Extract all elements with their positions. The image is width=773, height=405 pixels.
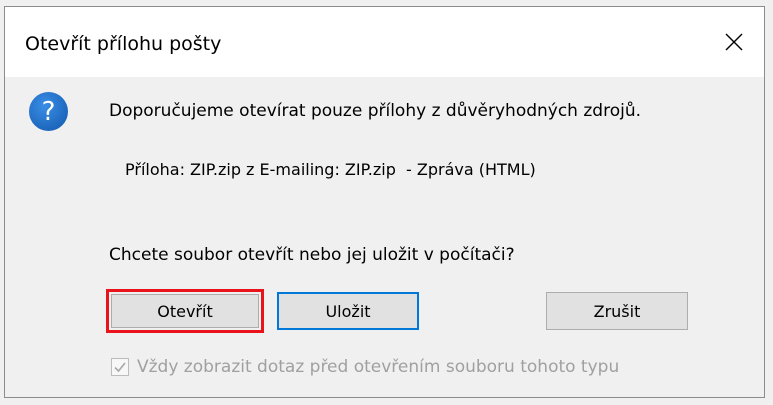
open-button[interactable]: Otevřít bbox=[106, 289, 264, 333]
always-ask-checkbox-label: Vždy zobrazit dotaz před otevřením soubo… bbox=[137, 357, 620, 377]
close-icon bbox=[725, 33, 743, 51]
title-bar: Otevřít přílohu pošty bbox=[5, 7, 764, 77]
save-button[interactable]: Uložit bbox=[277, 292, 419, 330]
always-ask-checkbox[interactable] bbox=[111, 358, 129, 376]
close-button[interactable] bbox=[704, 7, 764, 77]
checkmark-icon bbox=[114, 362, 126, 373]
question-icon: ? bbox=[29, 92, 68, 131]
svg-text:?: ? bbox=[42, 97, 56, 127]
open-button-label: Otevřít bbox=[111, 294, 259, 328]
open-attachment-dialog: Otevřít přílohu pošty ? Doporučujeme ote… bbox=[4, 6, 765, 398]
always-ask-checkbox-row[interactable]: Vždy zobrazit dotaz před otevřením soubo… bbox=[111, 357, 619, 377]
attachment-info: Příloha: ZIP.zip z E-mailing: ZIP.zip - … bbox=[125, 160, 536, 179]
dialog-content: ? Doporučujeme otevírat pouze přílohy z … bbox=[5, 77, 764, 397]
warning-message: Doporučujeme otevírat pouze přílohy z dů… bbox=[109, 101, 641, 121]
open-or-save-prompt: Chcete soubor otevřít nebo jej uložit v … bbox=[109, 245, 515, 265]
window-title: Otevřít přílohu pošty bbox=[25, 33, 222, 55]
cancel-button[interactable]: Zrušit bbox=[546, 292, 688, 330]
